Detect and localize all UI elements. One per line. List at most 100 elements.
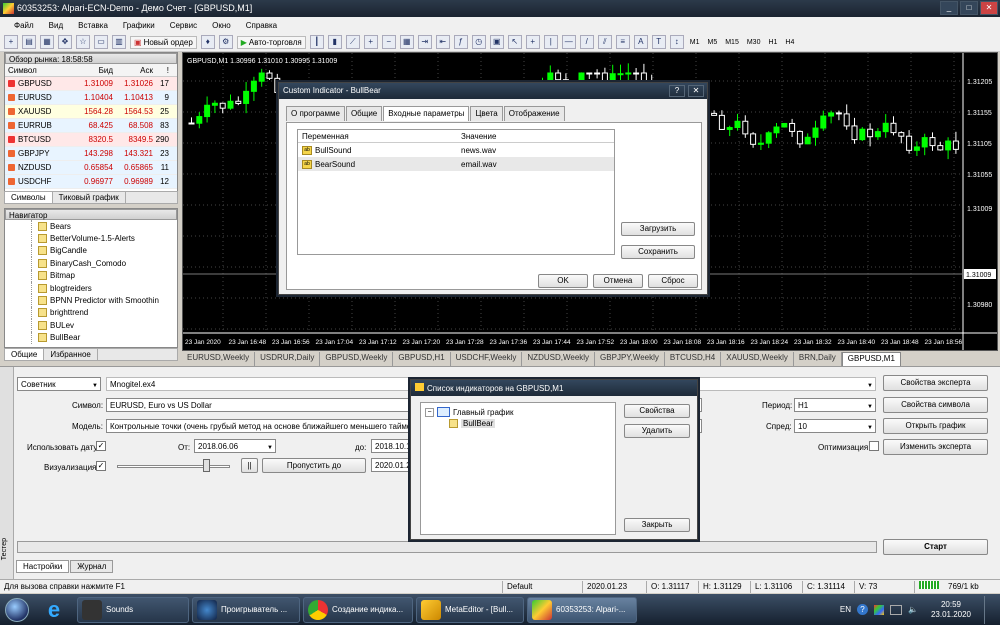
col-ask[interactable]: Аск — [113, 66, 153, 75]
indicators-icon[interactable]: ƒ — [453, 35, 468, 49]
navigator-item[interactable]: BetterVolume-1.5-Alerts — [31, 232, 177, 245]
collapse-icon[interactable]: − — [425, 407, 434, 417]
market-watch-row[interactable]: USDCHF 0.96977 0.96989 12 — [5, 175, 177, 189]
tab-tick-chart[interactable]: Тиковый график — [53, 192, 126, 203]
timeframe-h1[interactable]: H1 — [766, 39, 779, 46]
market-watch-row[interactable]: EURRUB 68.425 68.508 83 — [5, 119, 177, 133]
timeframe-m15[interactable]: M15 — [723, 39, 741, 46]
tree-root[interactable]: − Главный график — [421, 403, 615, 417]
chart-tab[interactable]: XAUUSD,Weekly — [721, 352, 794, 366]
properties-button[interactable]: Свойства — [624, 404, 690, 418]
volume-tray-icon[interactable]: 🔈 — [908, 605, 918, 614]
optimization-checkbox[interactable] — [869, 441, 879, 451]
periods-icon[interactable]: ◷ — [471, 35, 486, 49]
tab-symbols[interactable]: Символы — [5, 192, 53, 203]
label-icon[interactable]: T — [651, 35, 666, 49]
show-desktop-button[interactable] — [984, 595, 994, 624]
language-indicator[interactable]: EN — [840, 605, 851, 614]
hline-icon[interactable]: — — [561, 35, 576, 49]
menu-tools[interactable]: Сервис — [170, 21, 197, 30]
load-button[interactable]: Загрузить — [621, 222, 695, 236]
from-date-input[interactable]: 2018.06.06 ▼ — [194, 439, 276, 453]
cancel-button[interactable]: Отмена — [593, 274, 643, 288]
speed-slider-thumb[interactable] — [203, 459, 210, 472]
templates-icon[interactable]: ▣ — [489, 35, 504, 49]
param-value[interactable]: news.wav — [457, 146, 614, 155]
market-watch-row[interactable]: XAUUSD 1564.28 1564.53 25 — [5, 105, 177, 119]
dialog-close-button[interactable]: ✕ — [688, 85, 704, 97]
skip-date-input[interactable]: 2020.01.23 — [371, 458, 411, 472]
navigator-item[interactable]: BigCandle — [31, 244, 177, 258]
navigator-item[interactable]: BullBear — [31, 331, 177, 344]
channel-icon[interactable]: ⫽ — [597, 35, 612, 49]
market-watch-row[interactable]: GBPUSD 1.31009 1.31026 17 — [5, 77, 177, 91]
market-watch-row[interactable]: NZDUSD 0.65854 0.65865 11 — [5, 161, 177, 175]
minimize-button[interactable]: _ — [940, 1, 958, 15]
tree-item-bullbear[interactable]: BullBear — [421, 417, 615, 428]
chart-tab[interactable]: GBPUSD,M1 — [841, 352, 901, 366]
col-value[interactable]: Значение — [457, 132, 614, 141]
symbol-properties-button[interactable]: Свойства символа — [883, 397, 988, 413]
save-button[interactable]: Сохранить — [621, 245, 695, 259]
strategy-icon[interactable]: ⚙ — [218, 35, 233, 49]
menu-window[interactable]: Окно — [212, 21, 231, 30]
tab-favorites[interactable]: Избранное — [44, 349, 98, 360]
col-bid[interactable]: Бид — [75, 66, 113, 75]
crosshair-icon[interactable]: + — [525, 35, 540, 49]
terminal-icon[interactable]: ▭ — [94, 35, 108, 49]
taskbar-metatrader[interactable]: 60353253: Alpari-... — [527, 596, 637, 623]
new-chart-icon[interactable]: + — [4, 35, 18, 49]
chart-tab[interactable]: BRN,Daily — [794, 352, 842, 366]
tab-colors[interactable]: Цвета — [470, 106, 503, 121]
table-row[interactable]: ab BullSound news.wav — [298, 143, 614, 157]
open-chart-button[interactable]: Открыть график — [883, 418, 988, 434]
autoscroll-icon[interactable]: ⇥ — [417, 35, 432, 49]
expert-properties-button[interactable]: Свойства эксперта — [883, 375, 988, 391]
chart-tab[interactable]: GBPUSD,Weekly — [320, 352, 394, 366]
bar-chart-icon[interactable]: ┃ — [309, 35, 324, 49]
profiles-icon[interactable]: ▤ — [22, 35, 36, 49]
test-type-select[interactable]: Советник ▼ — [17, 377, 101, 391]
spread-select[interactable]: 10 ▼ — [794, 419, 876, 433]
auto-trading-button[interactable]: ▶ Авто-торговля — [236, 35, 306, 49]
chart-tab[interactable]: GBPJPY,Weekly — [595, 352, 665, 366]
navigator-item[interactable]: BPNN Predictor with Smoothin — [31, 294, 177, 307]
close-button[interactable]: ✕ — [980, 1, 998, 15]
menu-help[interactable]: Справка — [246, 21, 277, 30]
visualization-checkbox[interactable]: ✓ — [96, 461, 106, 471]
market-watch-icon[interactable]: ▦ — [40, 35, 54, 49]
tile-icon[interactable]: ▦ — [399, 35, 414, 49]
navigator-item[interactable]: Bears — [31, 220, 177, 233]
navigator-icon[interactable]: ☆ — [76, 35, 90, 49]
help-button[interactable]: ? — [669, 85, 685, 97]
ie-icon[interactable]: e — [34, 594, 74, 625]
market-watch-row[interactable]: BTCUSD 8320.5 8349.5 290 — [5, 133, 177, 147]
close-dialog-button[interactable]: Закрыть — [624, 518, 690, 532]
start-button[interactable] — [0, 594, 34, 625]
navigator-item[interactable]: Bitmap — [31, 269, 177, 282]
help-tray-icon[interactable]: ? — [857, 604, 869, 615]
chart-tab[interactable]: NZDUSD,Weekly — [522, 352, 596, 366]
chart-tab[interactable]: GBPUSD,H1 — [393, 352, 451, 366]
chart-tab[interactable]: BTCUSD,H4 — [665, 352, 722, 366]
zoom-out-icon[interactable]: − — [381, 35, 396, 49]
col-spread[interactable]: ! — [153, 66, 171, 75]
skip-to-button[interactable]: Пропустить до — [262, 458, 366, 473]
reset-button[interactable]: Сброс — [648, 274, 698, 288]
pause-button[interactable]: || — [241, 458, 258, 473]
chart-shift-icon[interactable]: ⇤ — [435, 35, 450, 49]
text-icon[interactable]: A — [633, 35, 648, 49]
navigator-item[interactable]: BinaryCash_Comodo — [31, 257, 177, 270]
fibo-icon[interactable]: ≡ — [615, 35, 630, 49]
chart-tab[interactable]: EURUSD,Weekly — [182, 352, 256, 366]
candles-icon[interactable]: ▮ — [327, 35, 342, 49]
to-date-input[interactable]: 2018.10.19 — [371, 439, 411, 453]
navigator-item[interactable]: blogtreiders — [31, 281, 177, 295]
tab-common[interactable]: Общие — [345, 106, 383, 121]
tester-icon[interactable]: ▥ — [112, 35, 126, 49]
line-chart-icon[interactable]: ⟋ — [345, 35, 360, 49]
timeframe-m1[interactable]: M1 — [688, 39, 702, 46]
zoom-in-icon[interactable]: + — [363, 35, 378, 49]
ok-button[interactable]: OK — [538, 274, 588, 288]
timeframe-m5[interactable]: M5 — [705, 39, 719, 46]
